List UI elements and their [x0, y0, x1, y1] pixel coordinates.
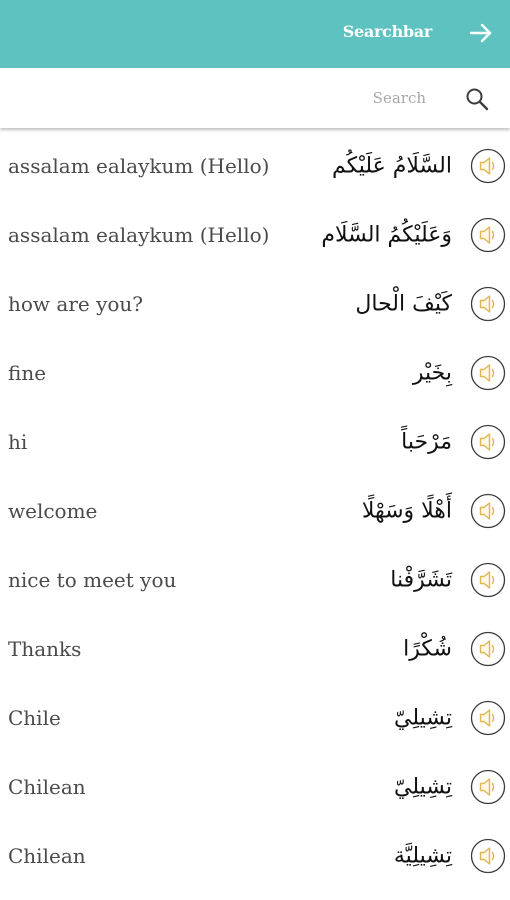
arabic-text: تِشِيلِيَّة [393, 843, 452, 868]
speaker-icon[interactable] [470, 424, 506, 460]
english-text: how are you? [8, 291, 144, 316]
arabic-text: شُكْرًا [403, 636, 452, 661]
phrase-row[interactable]: welcome أَهْلًا وَسَهْلًا [0, 476, 510, 545]
search-input[interactable] [226, 85, 426, 111]
search-icon[interactable] [464, 86, 490, 112]
english-text: hi [8, 429, 28, 454]
arabic-text: تَشَرَّفْنا [390, 567, 452, 592]
speaker-icon[interactable] [470, 631, 506, 667]
speaker-icon[interactable] [470, 769, 506, 805]
phrase-row[interactable]: Chilean تِشِيلِيّ [0, 752, 510, 821]
app-header: Searchbar [0, 0, 510, 68]
phrase-row[interactable]: how are you? كَيْفَ الْحال [0, 269, 510, 338]
header-title: Searchbar [342, 22, 433, 41]
arabic-text: كَيْفَ الْحال [355, 291, 452, 316]
phrase-row[interactable]: Thanks شُكْرًا [0, 614, 510, 683]
phrase-row[interactable]: Chilean تِشِيلِيَّة [0, 821, 510, 890]
arabic-text: السَّلَامُ عَلَيْكُم [331, 153, 452, 178]
arabic-text: بِخَيْر [412, 360, 452, 385]
phrase-row[interactable]: fine بِخَيْر [0, 338, 510, 407]
speaker-icon[interactable] [470, 493, 506, 529]
english-text: assalam ealaykum (Hello) [8, 153, 270, 178]
english-text: Chilean [8, 843, 86, 868]
search-bar [0, 68, 510, 128]
phrase-row[interactable]: nice to meet you تَشَرَّفْنا [0, 545, 510, 614]
arabic-text: تِشِيلِيّ [393, 774, 452, 799]
phrase-row[interactable]: hi مَرْحَباً [0, 407, 510, 476]
english-text: Thanks [8, 636, 82, 661]
arrow-right-icon[interactable] [468, 20, 494, 46]
english-text: fine [8, 360, 47, 385]
english-text: Chile [8, 705, 61, 730]
speaker-icon[interactable] [470, 355, 506, 391]
speaker-icon[interactable] [470, 700, 506, 736]
speaker-icon[interactable] [470, 217, 506, 253]
phrase-row[interactable]: assalam ealaykum (Hello) وَعَلَيْكُمُ ال… [0, 200, 510, 269]
english-text: welcome [8, 498, 98, 523]
arabic-text: وَعَلَيْكُمُ السَّلَام [321, 222, 452, 247]
english-text: assalam ealaykum (Hello) [8, 222, 270, 247]
english-text: nice to meet you [8, 567, 177, 592]
speaker-icon[interactable] [470, 148, 506, 184]
phrase-row[interactable]: Chile تِشِيلِيّ [0, 683, 510, 752]
arabic-text: أَهْلًا وَسَهْلًا [361, 498, 452, 523]
arabic-text: تِشِيلِيّ [393, 705, 452, 730]
english-text: Chilean [8, 774, 86, 799]
speaker-icon[interactable] [470, 838, 506, 874]
speaker-icon[interactable] [470, 562, 506, 598]
arabic-text: مَرْحَباً [401, 429, 452, 454]
phrase-row[interactable]: assalam ealaykum (Hello) السَّلَامُ عَلَ… [0, 131, 510, 200]
speaker-icon[interactable] [470, 286, 506, 322]
phrase-list: assalam ealaykum (Hello) السَّلَامُ عَلَ… [0, 131, 510, 890]
